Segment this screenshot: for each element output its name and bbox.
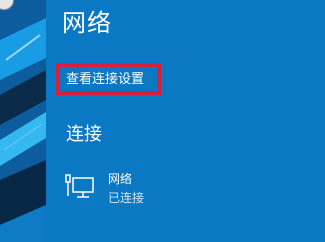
wired-network-icon [65, 174, 94, 198]
network-name: 网络 [108, 172, 133, 186]
flyout-title: 网络 [62, 9, 112, 37]
network-flyout: 网络 查看连接设置 连接 网络 已连接 [46, 0, 325, 242]
network-connection-item[interactable]: 网络 已连接 [64, 170, 264, 212]
view-connection-settings-link[interactable]: 查看连接设置 [66, 71, 144, 89]
desktop-background [0, 0, 46, 242]
desktop-wallpaper-graphic [0, 0, 46, 242]
network-status: 已连接 [108, 191, 145, 205]
connections-section-title: 连接 [66, 124, 102, 145]
